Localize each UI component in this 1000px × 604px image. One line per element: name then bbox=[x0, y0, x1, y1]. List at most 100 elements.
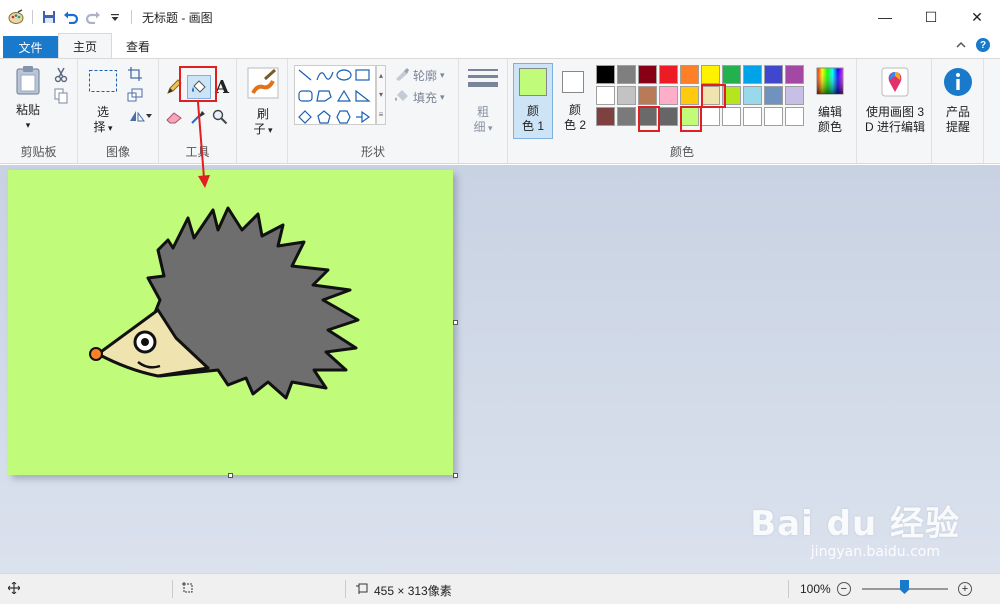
palette-swatch[interactable] bbox=[596, 86, 615, 105]
rotate-icon[interactable] bbox=[126, 107, 154, 125]
zoom-level: 100% bbox=[800, 582, 831, 596]
clipboard-group-label: 剪贴板 bbox=[20, 145, 57, 159]
palette-swatch[interactable] bbox=[743, 107, 762, 126]
select-label-line2: 择 ▾ bbox=[93, 120, 113, 134]
palette-swatch[interactable] bbox=[680, 86, 699, 105]
edit-colors-label-line2: 颜色 bbox=[817, 120, 842, 134]
size-label-line1: 粗 bbox=[476, 105, 489, 119]
palette-swatch[interactable] bbox=[785, 107, 804, 126]
color2-button[interactable]: 颜 色 2 bbox=[558, 63, 592, 139]
palette-swatch[interactable] bbox=[764, 65, 783, 84]
palette-swatch[interactable] bbox=[764, 86, 783, 105]
clipboard-icon bbox=[15, 65, 41, 99]
shapes-gallery-scroll[interactable]: ▴ ▾ ≡ bbox=[376, 65, 386, 125]
window-controls: — ☐ ✕ bbox=[862, 0, 1000, 34]
brushes-label-line1: 刷 bbox=[256, 107, 269, 121]
palette-swatch[interactable] bbox=[743, 65, 762, 84]
outline-button[interactable]: 轮廓 ▾ bbox=[394, 67, 445, 84]
zoom-out-icon[interactable]: − bbox=[836, 582, 851, 596]
edit-colors-button[interactable]: 编辑 颜色 bbox=[811, 67, 849, 135]
palette-swatch[interactable] bbox=[659, 107, 678, 126]
tab-home[interactable]: 主页 bbox=[58, 33, 113, 58]
palette-swatch[interactable] bbox=[785, 86, 804, 105]
palette-swatch[interactable] bbox=[617, 86, 636, 105]
eraser-icon[interactable] bbox=[165, 108, 183, 126]
close-button[interactable]: ✕ bbox=[954, 0, 1000, 34]
palette-swatch[interactable] bbox=[701, 107, 720, 126]
palette-swatch[interactable] bbox=[638, 65, 657, 84]
palette-swatch[interactable] bbox=[680, 65, 699, 84]
palette-swatch[interactable] bbox=[764, 107, 783, 126]
annotation-box-palette-beige bbox=[701, 84, 726, 108]
zoom-in-icon[interactable]: + bbox=[958, 582, 972, 596]
help-icon[interactable]: ? bbox=[976, 38, 990, 52]
fill-button[interactable]: 填充 ▾ bbox=[394, 89, 445, 106]
palette-swatch[interactable] bbox=[722, 107, 741, 126]
qat-separator bbox=[131, 10, 132, 24]
palette-swatch[interactable] bbox=[659, 86, 678, 105]
ribbon-tab-right-controls: ? bbox=[956, 38, 990, 52]
color1-button[interactable]: 颜 色 1 bbox=[513, 63, 553, 139]
paste-dropdown-arrow[interactable]: ▾ bbox=[26, 118, 31, 133]
palette-swatch[interactable] bbox=[722, 65, 741, 84]
select-rectangle-icon bbox=[88, 69, 118, 97]
palette-swatch[interactable] bbox=[596, 107, 615, 126]
shapes-group: ▴ ▾ ≡ 轮廓 ▾ 填充 ▾ 形状 bbox=[288, 59, 459, 163]
clipboard-group: 粘贴 ▾ 剪贴板 bbox=[0, 59, 78, 163]
resize-handle-bottom[interactable] bbox=[228, 473, 233, 478]
crop-icon[interactable] bbox=[126, 65, 144, 83]
paint3d-group: 使用画图 3 D 进行编辑 bbox=[857, 59, 932, 163]
paste-button[interactable]: 粘贴 ▾ bbox=[10, 65, 46, 133]
shapes-gallery-icons[interactable] bbox=[295, 66, 377, 126]
palette-swatch[interactable] bbox=[617, 65, 636, 84]
undo-icon[interactable] bbox=[63, 9, 79, 25]
zoom-slider-thumb[interactable] bbox=[900, 580, 909, 594]
hedgehog-drawing bbox=[89, 206, 360, 400]
palette-swatch[interactable] bbox=[701, 65, 720, 84]
select-button[interactable]: 选 择 ▾ bbox=[86, 69, 120, 136]
drawing-canvas[interactable] bbox=[8, 170, 453, 475]
palette-swatch[interactable] bbox=[785, 65, 804, 84]
cursor-position bbox=[7, 581, 21, 597]
tab-file[interactable]: 文件 bbox=[3, 36, 58, 58]
size-button[interactable]: 粗 细 ▾ bbox=[465, 67, 501, 136]
redo-icon[interactable] bbox=[85, 9, 101, 25]
color1-swatch bbox=[519, 68, 547, 96]
collapse-ribbon-icon[interactable] bbox=[956, 38, 966, 52]
product-alert-button[interactable]: 产品 提醒 bbox=[938, 67, 978, 135]
outline-brush-icon bbox=[394, 67, 410, 84]
cut-icon[interactable] bbox=[52, 66, 70, 84]
brushes-button[interactable]: 刷 子 ▾ bbox=[245, 67, 281, 138]
canvas-workspace[interactable]: Bai du 经验 jingyan.baidu.com bbox=[0, 165, 1000, 573]
paint-app-icon[interactable] bbox=[8, 9, 24, 25]
product-alert-group: 产品 提醒 bbox=[932, 59, 984, 163]
fill-label: 填充 bbox=[413, 91, 438, 105]
save-icon[interactable] bbox=[41, 9, 57, 25]
ribbon-tabs: 文件 主页 查看 ? bbox=[0, 33, 1000, 58]
annotation-arrow-icon bbox=[197, 101, 210, 188]
minimize-button[interactable]: — bbox=[862, 0, 908, 34]
palette-swatch[interactable] bbox=[638, 86, 657, 105]
maximize-button[interactable]: ☐ bbox=[908, 0, 954, 34]
edit-with-paint3d-button[interactable]: 使用画图 3 D 进行编辑 bbox=[859, 67, 931, 135]
customize-qat-icon[interactable] bbox=[107, 9, 123, 25]
scroll-down-icon[interactable]: ▾ bbox=[379, 90, 383, 99]
title-bar: 无标题 - 画图 — ☐ ✕ bbox=[0, 0, 1000, 34]
size-group: 粗 细 ▾ bbox=[459, 59, 508, 163]
resize-handle-right[interactable] bbox=[453, 320, 458, 325]
copy-icon[interactable] bbox=[52, 87, 70, 105]
palette-swatch[interactable] bbox=[596, 65, 615, 84]
resize-handle-corner[interactable] bbox=[453, 473, 458, 478]
brushes-group: 刷 子 ▾ bbox=[237, 59, 288, 163]
expand-gallery-icon[interactable]: ≡ bbox=[379, 110, 384, 119]
image-dimensions-text: 455 × 313像素 bbox=[374, 584, 452, 598]
color1-label: 颜 色 1 bbox=[521, 104, 544, 133]
palette-swatch[interactable] bbox=[617, 107, 636, 126]
resize-icon[interactable] bbox=[126, 86, 144, 104]
palette-swatch[interactable] bbox=[659, 65, 678, 84]
ribbon: 粘贴 ▾ 剪贴板 选 择 ▾ 图像 A 工具 刷 子 ▾ ▴ ▾ ≡ 轮廓 ▾ … bbox=[0, 58, 1000, 164]
scroll-up-icon[interactable]: ▴ bbox=[379, 71, 383, 80]
product-alert-label-line2: 提醒 bbox=[945, 120, 970, 134]
tab-view[interactable]: 查看 bbox=[112, 34, 164, 58]
palette-swatch[interactable] bbox=[743, 86, 762, 105]
